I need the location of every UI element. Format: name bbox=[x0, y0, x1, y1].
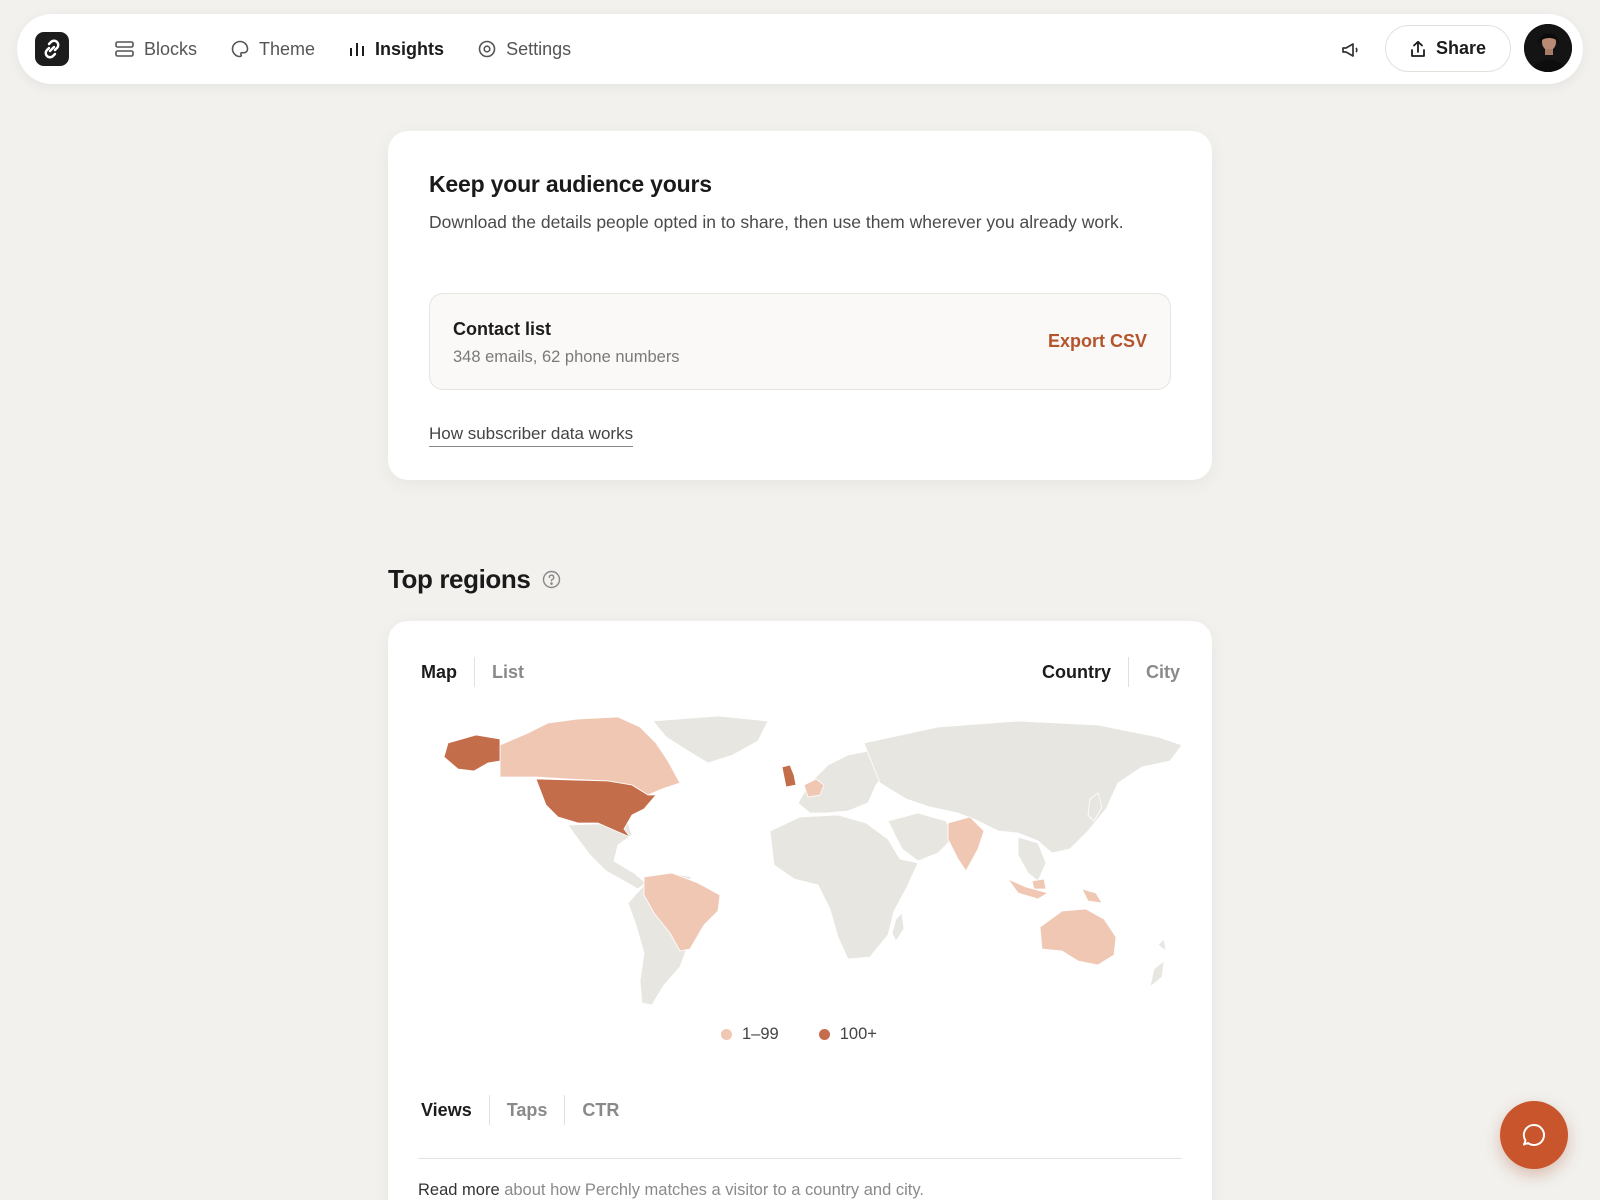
announcements-button[interactable] bbox=[1339, 38, 1363, 62]
view-toggle: Map List bbox=[421, 657, 524, 687]
app-logo-icon[interactable] bbox=[35, 32, 69, 66]
contact-list-summary: 348 emails, 62 phone numbers bbox=[453, 348, 680, 366]
audience-export-card: Keep your audience yours Download the de… bbox=[388, 131, 1212, 480]
region-greenland bbox=[652, 715, 769, 764]
avatar[interactable] bbox=[1524, 24, 1572, 72]
help-icon[interactable] bbox=[542, 570, 561, 589]
tab-views[interactable]: Views bbox=[421, 1100, 472, 1121]
divider bbox=[418, 1158, 1182, 1159]
region-alaska bbox=[443, 734, 501, 772]
nav-item-theme[interactable]: Theme bbox=[231, 39, 315, 60]
legend-swatch-high bbox=[818, 1029, 830, 1040]
nav-label-blocks: Blocks bbox=[144, 38, 198, 59]
legend-swatch-low bbox=[721, 1029, 732, 1040]
top-navigation-bar: Blocks Theme Insights Settings Share bbox=[17, 14, 1583, 84]
nav-item-settings[interactable]: Settings bbox=[478, 39, 571, 60]
chat-bubble-icon bbox=[1522, 1123, 1545, 1146]
map-legend: 1–99 100+ bbox=[721, 1025, 877, 1044]
read-more-link[interactable]: Read more bbox=[418, 1181, 500, 1199]
region-india bbox=[947, 816, 985, 872]
footnote-text: about how Perchly matches a visitor to a… bbox=[499, 1181, 924, 1199]
tab-map[interactable]: Map bbox=[421, 662, 457, 683]
chat-support-button[interactable] bbox=[1500, 1101, 1568, 1169]
legend-label-low: 1–99 bbox=[742, 1025, 779, 1043]
divider bbox=[474, 657, 475, 687]
tab-taps[interactable]: Taps bbox=[507, 1100, 548, 1121]
nav-label-settings: Settings bbox=[506, 38, 572, 59]
section-title: Top regions bbox=[388, 564, 531, 594]
share-button[interactable]: Share bbox=[1385, 25, 1511, 72]
scope-toggle: Country City bbox=[1042, 657, 1180, 687]
divider bbox=[1127, 657, 1129, 687]
legend-item-low: 1–99 bbox=[721, 1025, 779, 1044]
region-australia bbox=[1039, 908, 1117, 966]
region-middle-east bbox=[887, 812, 955, 862]
palette-icon bbox=[231, 40, 249, 58]
nav-label-theme: Theme bbox=[259, 38, 316, 59]
subscriber-data-help-link[interactable]: How subscriber data works bbox=[429, 424, 634, 447]
region-united-kingdom bbox=[781, 764, 797, 788]
legend-item-high: 100+ bbox=[818, 1025, 877, 1044]
nav-item-insights[interactable]: Insights bbox=[349, 39, 444, 60]
world-map-svg bbox=[443, 715, 1183, 1006]
divider bbox=[488, 1095, 490, 1125]
world-map bbox=[418, 713, 1183, 1013]
nav-label-insights: Insights bbox=[375, 38, 445, 59]
divider bbox=[564, 1095, 566, 1125]
share-button-label: Share bbox=[1435, 38, 1487, 58]
top-regions-header: Top regions bbox=[388, 564, 561, 595]
main-nav: Blocks Theme Insights Settings bbox=[115, 14, 605, 84]
tab-list[interactable]: List bbox=[492, 662, 524, 683]
region-malaysia bbox=[1031, 878, 1047, 890]
bar-chart-icon bbox=[350, 43, 365, 56]
region-mexico bbox=[567, 822, 647, 890]
audience-card-title: Keep your audience yours bbox=[429, 171, 712, 197]
tab-ctr[interactable]: CTR bbox=[582, 1100, 619, 1121]
region-philippines bbox=[1081, 888, 1103, 904]
legend-label-high: 100+ bbox=[839, 1025, 877, 1043]
contact-list-panel: Contact list 348 emails, 62 phone number… bbox=[429, 293, 1171, 390]
region-madagascar bbox=[891, 912, 905, 942]
location-footnote: Read more about how Perchly matches a vi… bbox=[418, 1181, 924, 1200]
tab-country[interactable]: Country bbox=[1042, 662, 1111, 683]
megaphone-icon bbox=[1342, 43, 1358, 57]
metric-tabs: Views Taps CTR bbox=[421, 1095, 619, 1125]
export-csv-button[interactable]: Export CSV bbox=[1048, 331, 1147, 352]
tab-city[interactable]: City bbox=[1146, 662, 1180, 683]
top-regions-card: Map List Country City 1–99 100+ Views Ta… bbox=[388, 621, 1212, 1200]
region-pacific-islands bbox=[1157, 938, 1167, 952]
upload-icon bbox=[1411, 40, 1425, 57]
gear-icon bbox=[478, 40, 496, 58]
region-new-zealand bbox=[1149, 960, 1165, 989]
blocks-icon bbox=[115, 41, 134, 57]
nav-item-blocks[interactable]: Blocks bbox=[115, 39, 197, 60]
audience-card-description: Download the details people opted in to … bbox=[429, 212, 1124, 232]
contact-list-title: Contact list bbox=[453, 319, 552, 339]
